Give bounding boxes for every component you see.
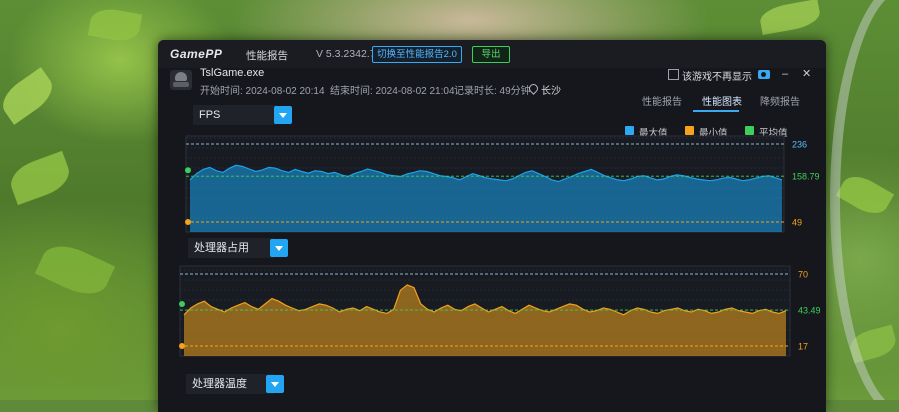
legend-min-swatch xyxy=(685,126,694,135)
cpu-temp-dropdown-button[interactable] xyxy=(266,375,284,393)
export-button[interactable]: 导出 xyxy=(472,46,510,63)
title-bar: GamePP 性能报告 V 5.3.2342.719 切换至性能报告2.0 导出 xyxy=(158,40,826,68)
legend-min-label: 最小值 xyxy=(699,128,728,139)
switch-report-2-button[interactable]: 切换至性能报告2.0 xyxy=(372,46,462,63)
hide-game-checkbox[interactable] xyxy=(668,69,679,80)
legend-max-label: 最大值 xyxy=(639,128,668,139)
legend-avg-label: 平均值 xyxy=(759,128,788,139)
hide-game-label: 该游戏不再显示 xyxy=(682,72,752,83)
cpu-temp-panel-label: 处理器温度 xyxy=(186,374,274,394)
game-icon xyxy=(170,70,192,90)
legend-avg-swatch xyxy=(745,126,754,135)
window-title: 性能报告 xyxy=(246,50,288,62)
camera-icon[interactable] xyxy=(758,70,770,79)
record-duration: 记录时长: 49分钟 xyxy=(454,86,531,97)
fps-panel-label: FPS xyxy=(193,105,277,125)
tab-performance-chart[interactable]: 性能图表 xyxy=(702,93,742,108)
tab-throttling-report[interactable]: 降频报告 xyxy=(760,93,800,108)
app-logo: GamePP xyxy=(170,47,223,61)
end-time: 结束时间: 2024-08-02 21:04 xyxy=(330,86,455,97)
cpu-usage-dropdown-button[interactable] xyxy=(270,239,288,257)
minimize-icon[interactable]: – xyxy=(782,69,788,80)
legend-max-swatch xyxy=(625,126,634,135)
tab-performance-report[interactable]: 性能报告 xyxy=(642,93,682,108)
performance-report-window: GamePP 性能报告 V 5.3.2342.719 切换至性能报告2.0 导出… xyxy=(158,40,826,412)
active-tab-indicator xyxy=(693,110,739,112)
close-icon[interactable]: ✕ xyxy=(802,69,811,80)
fps-dropdown-button[interactable] xyxy=(274,106,292,124)
cpu-usage-panel-label: 处理器占用 xyxy=(188,238,274,258)
exe-name: TslGame.exe xyxy=(200,67,265,79)
location-label: 长沙 xyxy=(541,86,561,97)
start-time: 开始时间: 2024-08-02 20:14 xyxy=(200,86,325,97)
